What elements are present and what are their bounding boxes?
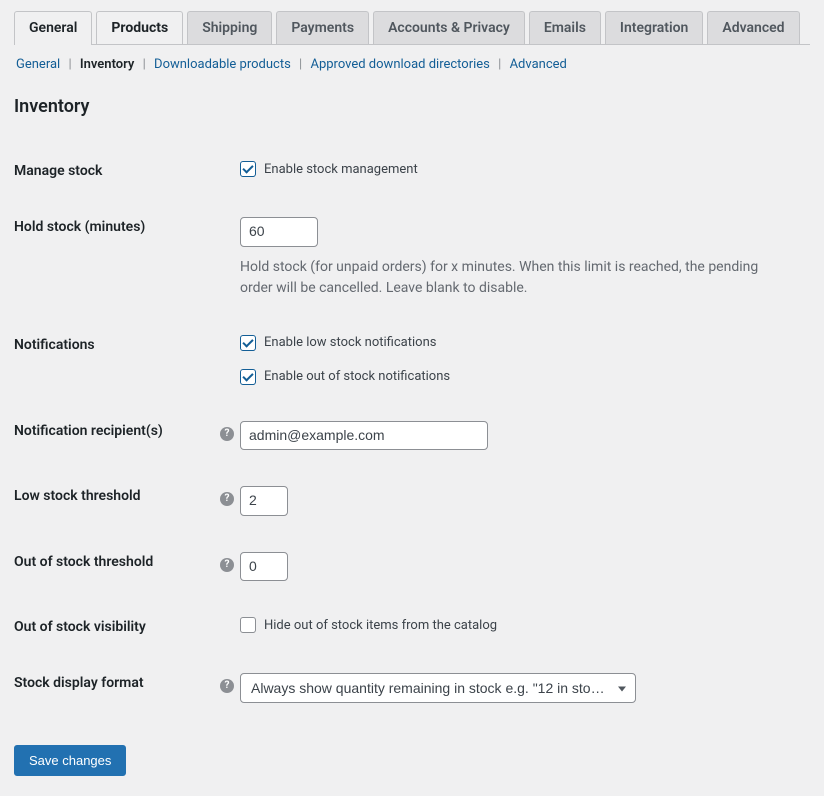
display-format-select-wrap: Always show quantity remaining in stock … [240, 673, 636, 703]
tab-payments[interactable]: Payments [276, 11, 369, 44]
help-icon[interactable]: ? [220, 679, 234, 693]
subnav-separator: | [68, 57, 71, 72]
subnav-separator: | [299, 57, 302, 72]
recipients-label: Notification recipient(s) [0, 403, 220, 469]
submit-row: Save changes [0, 721, 824, 796]
tab-emails[interactable]: Emails [529, 11, 601, 44]
low-threshold-input[interactable] [240, 486, 288, 516]
low-stock-notify-checkbox[interactable] [240, 335, 256, 351]
tab-general[interactable]: General [14, 11, 92, 44]
subnav-approved-dirs[interactable]: Approved download directories [310, 57, 489, 72]
top-tab-bar: General Products Shipping Payments Accou… [0, 0, 824, 44]
manage-stock-checkbox[interactable] [240, 161, 256, 177]
display-format-label: Stock display format [0, 655, 220, 721]
manage-stock-checkbox-label: Enable stock management [264, 162, 418, 177]
display-format-select[interactable]: Always show quantity remaining in stock … [240, 673, 636, 703]
subnav-general[interactable]: General [16, 57, 60, 72]
out-of-stock-notify-checkbox[interactable] [240, 369, 256, 385]
subnav-separator: | [143, 57, 146, 72]
hold-stock-description: Hold stock (for unpaid orders) for x min… [240, 257, 788, 299]
settings-form: Manage stock Enable stock management Hol… [0, 143, 824, 721]
help-icon[interactable]: ? [220, 427, 234, 441]
subnav-advanced[interactable]: Advanced [510, 57, 567, 72]
help-icon[interactable]: ? [220, 492, 234, 506]
subnav-separator: | [498, 57, 501, 72]
hold-stock-input[interactable] [240, 217, 318, 247]
notifications-label: Notifications [0, 317, 220, 403]
hold-stock-label: Hold stock (minutes) [0, 199, 220, 317]
save-button[interactable]: Save changes [14, 745, 126, 776]
subnav-inventory[interactable]: Inventory [80, 57, 135, 72]
manage-stock-label: Manage stock [0, 143, 220, 199]
out-threshold-input[interactable] [240, 552, 288, 582]
low-stock-notify-label: Enable low stock notifications [264, 335, 436, 350]
out-visibility-label: Out of stock visibility [0, 599, 220, 655]
subnav-downloadable[interactable]: Downloadable products [154, 57, 291, 72]
out-visibility-checkbox-label: Hide out of stock items from the catalog [264, 618, 497, 633]
out-visibility-checkbox[interactable] [240, 617, 256, 633]
sub-nav: General | Inventory | Downloadable produ… [0, 45, 824, 72]
tab-products[interactable]: Products [96, 11, 183, 44]
out-of-stock-notify-label: Enable out of stock notifications [264, 369, 450, 384]
help-icon[interactable]: ? [220, 558, 234, 572]
low-threshold-label: Low stock threshold [0, 468, 220, 534]
out-threshold-label: Out of stock threshold [0, 534, 220, 600]
tab-integration[interactable]: Integration [605, 11, 703, 44]
recipients-input[interactable] [240, 421, 488, 451]
tab-shipping[interactable]: Shipping [187, 11, 272, 44]
page-title: Inventory [0, 72, 824, 125]
tab-accounts-privacy[interactable]: Accounts & Privacy [373, 11, 525, 44]
tab-advanced[interactable]: Advanced [707, 11, 799, 44]
